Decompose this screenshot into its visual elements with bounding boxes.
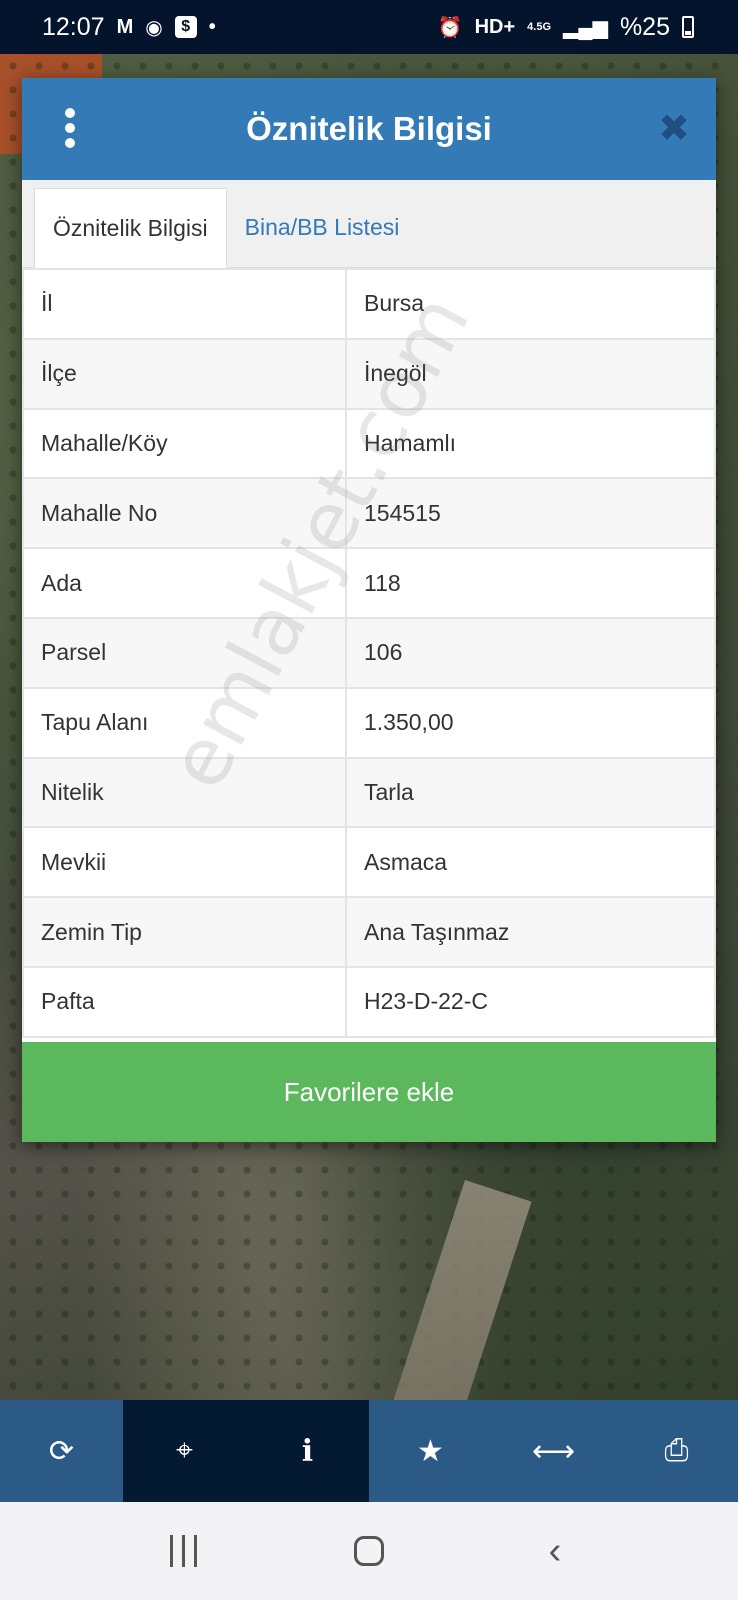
dot-icon: • — [208, 15, 216, 38]
row-value: 118 — [345, 547, 716, 619]
table-row: Nitelik Tarla — [22, 756, 716, 829]
row-key: Mahalle/Köy — [22, 407, 347, 480]
alarm-icon: ⏰ — [437, 16, 463, 39]
table-row: Parsel 106 — [22, 616, 716, 689]
status-right: ⏰ HD+ 4.5G ▂▄▆ %25 — [438, 13, 694, 42]
more-options-icon[interactable] — [62, 108, 78, 148]
system-nav-bar: ‹ — [0, 1502, 738, 1600]
home-icon[interactable] — [329, 1536, 409, 1566]
battery-icon — [682, 16, 694, 38]
row-key: Mevkii — [22, 826, 347, 899]
print-icon[interactable]: ⎙ — [615, 1400, 738, 1502]
status-left: 12:07 M ◉ $ • — [42, 13, 216, 42]
dollar-app-icon: $ — [174, 16, 197, 38]
back-icon[interactable]: ‹ — [515, 1530, 595, 1573]
row-key: Nitelik — [22, 756, 347, 829]
table-row: Tapu Alanı 1.350,00 — [22, 686, 716, 759]
table-row: Zemin Tip Ana Taşınmaz — [22, 896, 716, 968]
network-gen: 4.5G — [527, 20, 552, 33]
row-value: 1.350,00 — [345, 686, 716, 759]
close-icon[interactable]: ✖ — [658, 106, 690, 151]
gmail-icon: M — [116, 15, 134, 38]
row-value: H23-D-22-C — [345, 965, 716, 1038]
table-row: Mahalle No 154515 — [22, 477, 716, 550]
tab-attribute-info[interactable]: Öznitelik Bilgisi — [34, 188, 227, 268]
table-row: Mahalle/Köy Hamamlı — [22, 407, 716, 480]
messenger-icon: ◉ — [145, 16, 163, 39]
table-row: İlçe İnegöl — [22, 337, 716, 410]
bottom-toolbar: ⟳ ⌖ i ★ ⟷ ⎙ — [0, 1400, 738, 1502]
row-key: Tapu Alanı — [22, 686, 347, 759]
refresh-icon[interactable]: ⟳ — [0, 1400, 123, 1502]
row-key: İl — [22, 268, 347, 340]
row-value: Ana Taşınmaz — [345, 896, 716, 968]
table-row: Ada 118 — [22, 547, 716, 619]
row-value: Bursa — [345, 268, 716, 340]
row-key: Parsel — [22, 616, 347, 689]
table-row: İl Bursa — [22, 268, 716, 340]
clock: 12:07 — [42, 12, 105, 41]
table-row: Mevkii Asmaca — [22, 826, 716, 899]
row-value: Tarla — [345, 756, 716, 829]
tab-bar: Öznitelik Bilgisi Bina/BB Listesi — [22, 180, 716, 268]
attribute-table: İl Bursa İlçe İnegöl Mahalle/Köy Hamamlı… — [22, 268, 716, 1038]
signal-icon: ▂▄▆ — [563, 16, 608, 39]
network-type: HD+ — [474, 15, 516, 38]
measure-icon[interactable]: ⟷ — [492, 1400, 615, 1502]
row-key: Zemin Tip — [22, 896, 347, 968]
row-value: 106 — [345, 616, 716, 689]
recent-apps-icon[interactable] — [143, 1535, 223, 1567]
row-key: Mahalle No — [22, 477, 347, 550]
info-icon[interactable]: i — [246, 1400, 369, 1502]
tab-building-list[interactable]: Bina/BB Listesi — [227, 187, 418, 267]
row-key: Pafta — [22, 965, 347, 1038]
row-value: İnegöl — [345, 337, 716, 410]
table-row: Pafta H23-D-22-C — [22, 965, 716, 1038]
status-bar: 12:07 M ◉ $ • ⏰ HD+ 4.5G ▂▄▆ %25 — [0, 0, 738, 54]
modal-header: Öznitelik Bilgisi ✖ — [22, 78, 716, 180]
star-icon[interactable]: ★ — [369, 1400, 492, 1502]
row-value: 154515 — [345, 477, 716, 550]
row-key: İlçe — [22, 337, 347, 410]
row-value: Asmaca — [345, 826, 716, 899]
attribute-modal: Öznitelik Bilgisi ✖ Öznitelik Bilgisi Bi… — [22, 78, 716, 1142]
row-value: Hamamlı — [345, 407, 716, 480]
modal-title: Öznitelik Bilgisi — [246, 110, 492, 147]
row-key: Ada — [22, 547, 347, 619]
crosshair-icon[interactable]: ⌖ — [123, 1400, 246, 1502]
battery-percent: %25 — [619, 12, 670, 41]
add-to-favorites-button[interactable]: Favorilere ekle — [22, 1042, 716, 1142]
